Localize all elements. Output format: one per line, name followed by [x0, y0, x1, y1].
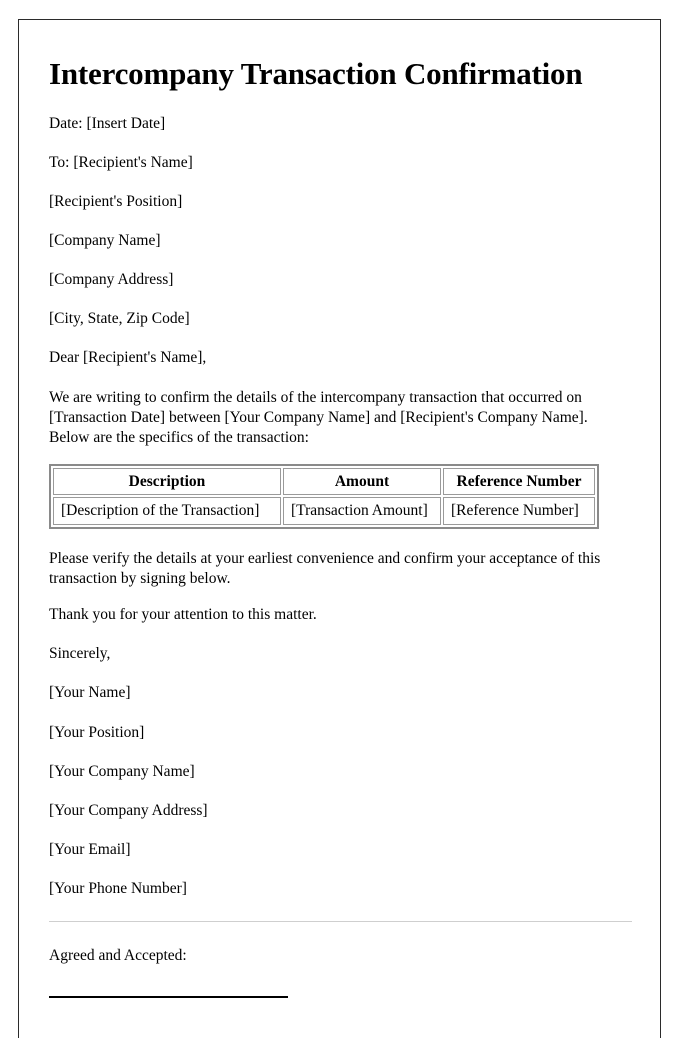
cell-description: [Description of the Transaction]: [53, 497, 281, 525]
agreement-heading: Agreed and Accepted:: [49, 947, 187, 965]
salutation: Dear [Recipient's Name],: [49, 349, 207, 367]
sender-name-line: [Your Name]: [49, 684, 131, 702]
sender-email-line: [Your Email]: [49, 840, 131, 858]
signature-line: [49, 996, 288, 999]
section-divider: [49, 921, 632, 923]
cell-amount: [Transaction Amount]: [283, 497, 441, 525]
document-page: Intercompany Transaction Confirmation Da…: [18, 19, 661, 1038]
table-row: [Description of the Transaction] [Transa…: [53, 497, 595, 525]
recipient-city-state-zip-line: [City, State, Zip Code]: [49, 310, 190, 328]
transaction-table: Description Amount Reference Number [Des…: [49, 464, 599, 529]
date-line: Date: [Insert Date]: [49, 114, 166, 132]
recipient-name-line: To: [Recipient's Name]: [49, 153, 193, 171]
recipient-company-name-line: [Company Name]: [49, 232, 161, 250]
sender-phone-line: [Your Phone Number]: [49, 880, 187, 898]
cell-reference-number: [Reference Number]: [443, 497, 595, 525]
sender-company-name-line: [Your Company Name]: [49, 762, 195, 780]
closing-line: Sincerely,: [49, 645, 111, 663]
recipient-company-address-line: [Company Address]: [49, 271, 174, 289]
sender-company-address-line: [Your Company Address]: [49, 801, 208, 819]
column-header-amount: Amount: [283, 468, 441, 496]
verify-paragraph: Please verify the details at your earlie…: [49, 549, 601, 587]
column-header-description: Description: [53, 468, 281, 496]
sender-position-line: [Your Position]: [49, 723, 145, 741]
page-title: Intercompany Transaction Confirmation: [49, 56, 583, 91]
thanks-paragraph: Thank you for your attention to this mat…: [49, 606, 317, 624]
intro-paragraph: We are writing to confirm the details of…: [49, 388, 588, 446]
table-header-row: Description Amount Reference Number: [53, 468, 595, 496]
recipient-position-line: [Recipient's Position]: [49, 192, 183, 210]
column-header-reference-number: Reference Number: [443, 468, 595, 496]
